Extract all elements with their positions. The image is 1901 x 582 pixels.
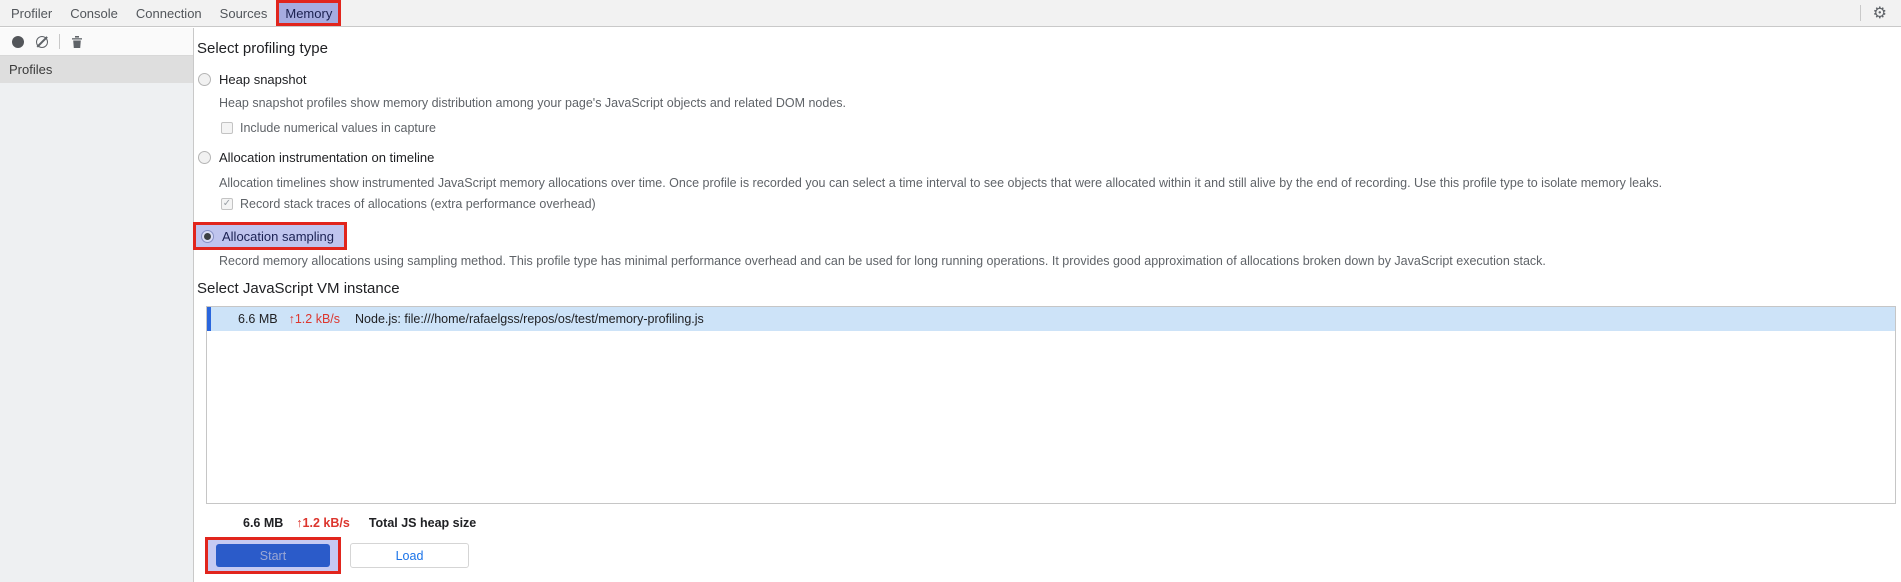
checkbox-icon [221,122,233,134]
profiles-sidebar: Profiles [0,28,194,582]
total-heap-label: Total JS heap size [368,516,477,530]
vm-instance-heading: Select JavaScript VM instance [197,280,400,297]
allocation-timeline-description: Allocation timelines show instrumented J… [219,176,1663,190]
radio-icon [198,151,211,164]
radio-allocation-sampling-highlighted[interactable]: Allocation sampling [193,222,348,250]
tab-memory[interactable]: Memory [276,0,342,26]
radio-allocation-timeline[interactable]: Allocation instrumentation on timeline [198,150,434,165]
profiling-type-heading: Select profiling type [197,40,328,57]
profiles-toolbar [0,28,193,56]
record-profile-button[interactable] [6,30,30,54]
checkbox-record-stack-traces[interactable]: ✓ Record stack traces of allocations (ex… [221,197,596,211]
settings-button[interactable]: ⚙ [1869,0,1901,26]
allocation-sampling-description: Record memory allocations using sampling… [219,254,1546,268]
checkbox-include-numerical-values[interactable]: Include numerical values in capture [221,121,436,135]
heap-snapshot-description: Heap snapshot profiles show memory distr… [219,96,847,110]
tab-bar: Profiler Console Connection Sources Memo… [0,0,1901,27]
total-heap-size: 6.6 MB [243,516,284,530]
profiler-launcher-view: Select profiling type Heap snapshot Heap… [193,28,1901,582]
radio-dot [204,232,211,240]
heap-total-row: 6.6 MB ↑1.2 kB/s Total JS heap size [243,516,476,530]
block-icon [36,35,48,48]
start-button[interactable]: Start [216,544,330,567]
radio-label: Allocation instrumentation on timeline [219,150,435,165]
radio-icon [198,73,211,86]
radio-selected-icon [201,229,214,243]
clear-all-profiles-button[interactable] [30,30,54,54]
total-heap-trend: ↑1.2 kB/s [296,516,350,530]
load-button[interactable]: Load [350,543,469,568]
trash-icon [72,35,82,48]
profiles-section-header: Profiles [0,56,193,83]
vm-heap-size: 6.6 MB [238,312,278,326]
tab-console[interactable]: Console [61,0,127,26]
start-button-annotation: Start [205,537,341,574]
devtools-memory-panel: Profiler Console Connection Sources Memo… [0,0,1901,582]
vm-instance-row-selected[interactable]: 6.6 MB ↑1.2 kB/s Node.js: file:///home/r… [207,307,1895,331]
checkbox-label: Record stack traces of allocations (extr… [240,197,596,211]
checkbox-label: Include numerical values in capture [240,121,436,135]
tab-connection[interactable]: Connection [127,0,211,26]
vm-instance-name: Node.js: file:///home/rafaelgss/repos/os… [355,312,704,326]
gear-icon: ⚙ [1872,5,1887,22]
radio-heap-snapshot[interactable]: Heap snapshot [198,72,306,87]
tab-profiler[interactable]: Profiler [2,0,61,26]
toolbar-divider [59,34,60,49]
vm-heap-trend: ↑1.2 kB/s [288,312,341,326]
delete-profile-button[interactable] [65,30,89,54]
radio-label: Allocation sampling [222,228,335,244]
checkbox-checked-icon: ✓ [221,198,233,210]
vm-instance-table: 6.6 MB ↑1.2 kB/s Node.js: file:///home/r… [206,306,1896,504]
tab-sources[interactable]: Sources [211,0,277,26]
record-icon [12,35,24,48]
radio-label: Heap snapshot [219,72,307,87]
tabbar-spacer [341,0,1851,26]
tabbar-divider [1859,5,1861,21]
